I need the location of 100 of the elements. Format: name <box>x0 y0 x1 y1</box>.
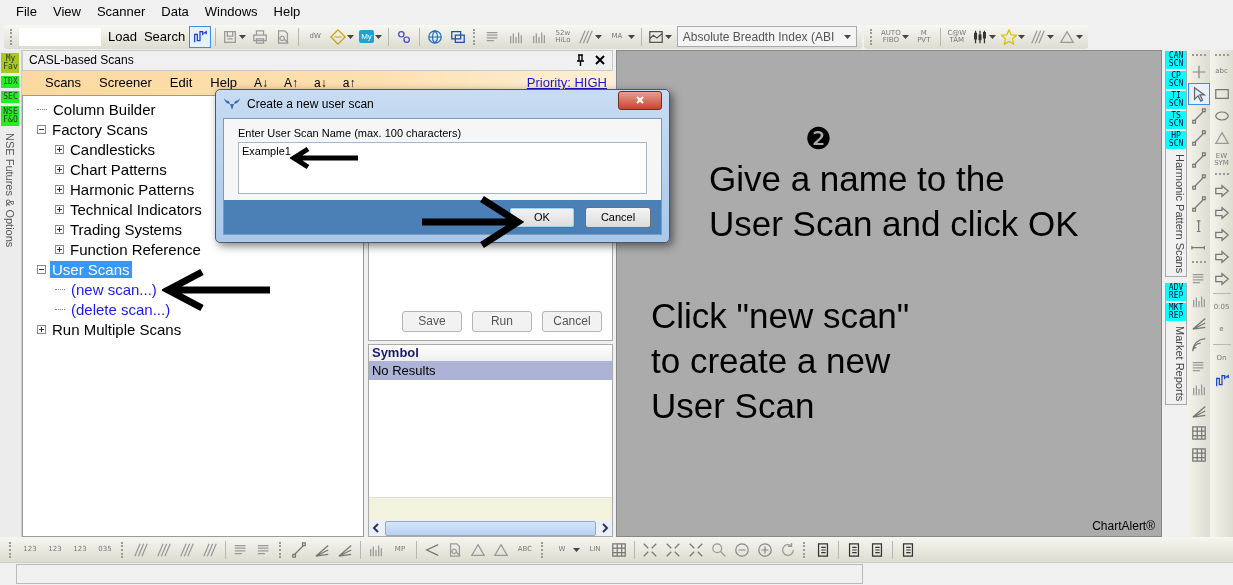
tree-item[interactable]: Factory Scans <box>49 121 150 139</box>
menu-item[interactable]: Scanner <box>88 4 154 20</box>
vertical-line-icon <box>1195 219 1202 232</box>
expand-icon[interactable] <box>54 145 64 155</box>
hatched-lines-icon <box>156 541 172 558</box>
side-tab[interactable]: ADV REP <box>1166 282 1187 301</box>
expand-icon[interactable] <box>54 165 64 175</box>
horizontal-scrollbar[interactable] <box>368 520 612 537</box>
document-icon <box>869 541 885 558</box>
arrow-shape-icon <box>1213 182 1230 199</box>
trend-line-icon <box>1190 107 1207 124</box>
globe-icon <box>426 28 443 45</box>
close-icon[interactable] <box>593 54 606 67</box>
expand-icon[interactable] <box>54 185 64 195</box>
side-tab[interactable]: IDX <box>1 75 20 88</box>
trend-line-icon <box>1190 195 1207 212</box>
close-button[interactable] <box>618 90 662 110</box>
font-size-button[interactable]: A↑ <box>276 75 307 90</box>
expand-icon[interactable] <box>36 325 46 335</box>
tree-item[interactable]: Run Multiple Scans <box>49 321 184 339</box>
side-tab[interactable]: My Fav <box>1 52 20 73</box>
panel-button[interactable]: Run <box>471 310 532 332</box>
trend-line-icon <box>1190 129 1207 146</box>
tree-link[interactable]: (new scan...) <box>68 281 159 299</box>
tool-button[interactable] <box>189 25 212 48</box>
triangle-icon <box>1058 28 1075 45</box>
toolbar-button[interactable]: Load <box>105 29 140 45</box>
menu-item[interactable]: Help <box>265 4 309 20</box>
arcs-icon <box>1190 336 1207 353</box>
input-field[interactable]: Example1 <box>238 142 647 194</box>
priority-link[interactable]: Priority: HIGH <box>526 75 613 91</box>
side-tab[interactable]: NSE F&O <box>1 105 20 126</box>
font-size-button[interactable]: a↓ <box>306 75 335 90</box>
menu-item[interactable]: Scans <box>35 75 91 91</box>
side-tab[interactable]: HP SCN <box>1166 130 1187 149</box>
arrow-shape-icon <box>1213 204 1230 221</box>
candlestick-icon <box>971 28 988 45</box>
side-tab[interactable]: CP SCN <box>1166 70 1187 89</box>
side-tab[interactable]: MKT REP <box>1166 302 1187 321</box>
expand-icon[interactable] <box>54 225 64 235</box>
font-size-button[interactable]: A↓ <box>246 75 277 90</box>
side-tab[interactable]: TI SCN <box>1166 90 1187 109</box>
tree-item[interactable]: Function Reference <box>67 241 203 259</box>
diamond-icon <box>330 28 347 45</box>
tree-item[interactable]: Column Builder <box>50 101 158 119</box>
menu-item[interactable]: File <box>8 4 45 20</box>
menu-item[interactable]: Windows <box>196 4 266 20</box>
document-icon <box>900 541 916 558</box>
grid-icon <box>1190 424 1207 441</box>
triangle-icon <box>493 541 509 558</box>
panel-button[interactable]: Cancel <box>541 310 602 332</box>
tree-link[interactable]: (delete scan...) <box>68 301 173 319</box>
refresh-icon <box>780 541 796 558</box>
trend-line-icon <box>1190 173 1207 190</box>
tree-item[interactable]: Technical Indicators <box>67 201 204 219</box>
triangle-icon <box>1213 129 1230 146</box>
expand-icon[interactable] <box>54 245 64 255</box>
tree-item[interactable]: Chart Patterns <box>67 161 169 179</box>
menu-item[interactable]: Edit <box>160 75 202 91</box>
dialog-button[interactable]: Cancel <box>585 206 651 228</box>
indicator-dropdown[interactable]: Absolute Breadth Index (ABI <box>676 26 857 48</box>
arrow-shape-icon <box>1213 226 1230 243</box>
toolbar-button[interactable]: Search <box>140 29 189 45</box>
chart-icon <box>647 28 664 45</box>
collapse-icon[interactable] <box>36 265 46 275</box>
tree-item[interactable]: Trading Systems <box>67 221 184 239</box>
expand-icon[interactable] <box>54 205 64 215</box>
panel-button[interactable]: Save <box>401 310 462 332</box>
caret-icon <box>843 34 851 39</box>
result-row[interactable]: No Results <box>368 360 612 380</box>
side-tab[interactable]: TS SCN <box>1166 110 1187 129</box>
tree-item[interactable]: Harmonic Patterns <box>67 181 197 199</box>
zoom-icon <box>711 541 727 558</box>
trend-line-icon <box>1190 151 1207 168</box>
bull-icon <box>223 97 241 111</box>
hatched-lines-icon <box>577 28 594 45</box>
menu-item[interactable]: Data <box>153 4 197 20</box>
trend-line-icon <box>291 541 307 558</box>
page-preview-icon <box>275 28 292 45</box>
menu-item[interactable]: View <box>44 4 89 20</box>
tree-item[interactable]: Candlesticks <box>67 141 157 159</box>
horizontal-line-icon <box>1191 245 1206 251</box>
menu-item[interactable]: Help <box>201 75 246 91</box>
side-tab-label[interactable]: Market Reports <box>1166 322 1187 405</box>
collapse-icon[interactable] <box>36 125 46 135</box>
zoom-in-icon <box>757 541 773 558</box>
font-size-button[interactable]: a↑ <box>334 75 364 90</box>
hatched-lines-icon <box>179 541 195 558</box>
side-tab-label[interactable]: NSE Futures & Options <box>4 128 17 252</box>
tool-button[interactable] <box>1187 82 1210 105</box>
side-tab-label[interactable]: Harmonic Pattern Scans <box>1166 150 1187 276</box>
search-field[interactable] <box>19 27 101 46</box>
document-icon <box>815 541 831 558</box>
arrow-shape-icon <box>1213 270 1230 287</box>
arrow-shape-icon <box>1213 248 1230 265</box>
angle-icon <box>424 541 440 558</box>
side-tab[interactable]: CAN SCN <box>1166 50 1187 69</box>
side-tab[interactable]: SEC <box>1 90 20 103</box>
expand-arrows-icon <box>688 541 704 558</box>
menu-item[interactable]: Screener <box>90 75 161 91</box>
